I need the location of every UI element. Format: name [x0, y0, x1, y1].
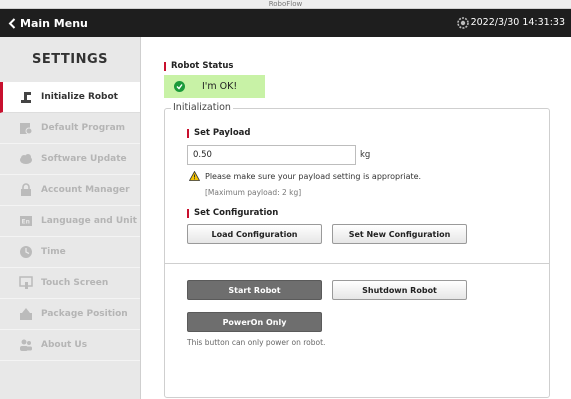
sidebar-item-label: Touch Screen	[41, 278, 109, 288]
robot-settings-icon[interactable]	[455, 15, 471, 31]
sidebar-item-label: About Us	[41, 340, 88, 350]
robot-status-text: I'm OK!	[202, 81, 238, 92]
initialization-panel: Initialization Set Payload kg Please mak…	[164, 102, 550, 398]
top-bar: Main Menu 2022/3/30 14:31:33	[0, 9, 571, 37]
panel-divider	[165, 263, 549, 264]
start-robot-button[interactable]: Start Robot	[187, 280, 322, 300]
sidebar-item-label: Language and Unit	[41, 216, 137, 226]
sidebar-item-package-position[interactable]: Package Position	[0, 299, 140, 330]
sidebar-item-label: Time	[41, 247, 66, 257]
window-titlebar: RoboFlow	[0, 0, 571, 9]
clock-icon	[20, 246, 32, 258]
payload-unit: kg	[360, 150, 371, 160]
robot-status-heading: Robot Status	[164, 61, 233, 71]
sidebar-item-language-and-unit[interactable]: En Language and Unit	[0, 206, 140, 237]
payload-warning: Please make sure your payload setting is…	[189, 171, 421, 181]
window-title: RoboFlow	[268, 0, 303, 8]
cloud-upload-icon	[20, 154, 32, 164]
lock-icon	[21, 183, 31, 196]
svg-text:En: En	[22, 219, 30, 226]
set-new-configuration-button[interactable]: Set New Configuration	[332, 224, 467, 244]
sidebar-title: SETTINGS	[0, 37, 140, 82]
sidebar-item-account-manager[interactable]: Account Manager	[0, 175, 140, 206]
check-icon	[174, 81, 185, 92]
package-icon	[20, 308, 32, 320]
set-configuration-heading: Set Configuration	[187, 208, 278, 218]
shutdown-robot-button[interactable]: Shutdown Robot	[332, 280, 467, 300]
warning-icon	[189, 171, 200, 181]
set-payload-heading: Set Payload	[187, 128, 251, 138]
power-on-note: This button can only power on robot.	[187, 338, 326, 347]
language-icon: En	[20, 216, 32, 226]
main-content: Robot Status I'm OK! Initialization Set …	[141, 37, 571, 399]
payload-warning-text: Please make sure your payload setting is…	[205, 171, 422, 181]
power-on-only-button[interactable]: PowerOn Only	[187, 312, 322, 332]
main-menu-button[interactable]: Main Menu	[8, 9, 88, 37]
initialization-legend: Initialization	[171, 102, 233, 113]
payload-max-hint: [Maximum payload: 2 kg]	[205, 188, 302, 197]
sidebar-item-touch-screen[interactable]: Touch Screen	[0, 268, 140, 299]
sidebar-item-label: Default Program	[41, 123, 126, 133]
sidebar-item-software-update[interactable]: Software Update	[0, 144, 140, 175]
robot-status-badge: I'm OK!	[164, 75, 265, 98]
sidebar-item-label: Initialize Robot	[41, 92, 118, 102]
sidebar-item-initialize-robot[interactable]: Initialize Robot	[0, 82, 140, 113]
sidebar-item-label: Package Position	[41, 309, 128, 319]
load-configuration-button[interactable]: Load Configuration	[187, 224, 322, 244]
robot-arm-icon	[21, 92, 31, 103]
settings-sidebar: SETTINGS Initialize Robot Default Progra…	[0, 37, 141, 399]
users-icon	[20, 339, 32, 351]
payload-input[interactable]	[187, 145, 356, 165]
sidebar-item-label: Account Manager	[41, 185, 130, 195]
touch-screen-icon	[19, 276, 33, 289]
sidebar-item-default-program[interactable]: Default Program	[0, 113, 140, 144]
datetime-display: 2022/3/30 14:31:33	[470, 17, 565, 28]
main-menu-label: Main Menu	[20, 16, 88, 30]
chevron-left-icon	[8, 17, 16, 29]
program-file-icon	[20, 123, 33, 135]
sidebar-item-time[interactable]: Time	[0, 237, 140, 268]
sidebar-item-about-us[interactable]: About Us	[0, 330, 140, 361]
sidebar-item-label: Software Update	[41, 154, 127, 164]
